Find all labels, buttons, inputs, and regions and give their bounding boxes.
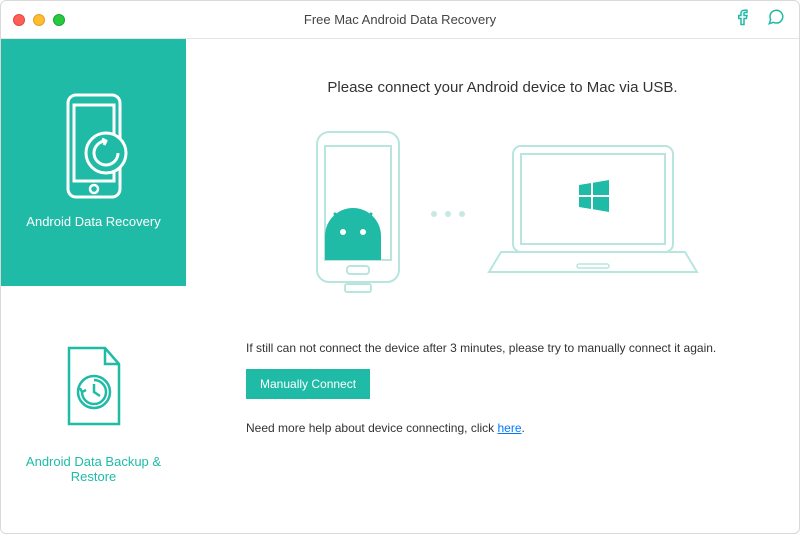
- help-link[interactable]: here: [497, 421, 521, 435]
- titlebar-actions: [735, 8, 785, 31]
- android-phone-icon: [303, 126, 413, 301]
- feedback-icon[interactable]: [767, 8, 785, 31]
- window-controls: [13, 14, 65, 26]
- sidebar: Android Data Recovery Android Data Backu…: [1, 39, 186, 533]
- phone-recovery-icon: [54, 96, 134, 196]
- app-window: Free Mac Android Data Recovery: [0, 0, 800, 534]
- sidebar-item-recovery[interactable]: Android Data Recovery: [1, 39, 186, 286]
- connection-diagram: [246, 126, 759, 301]
- manually-connect-button[interactable]: Manually Connect: [246, 369, 370, 399]
- sidebar-item-label: Android Data Recovery: [26, 214, 160, 229]
- facebook-icon[interactable]: [735, 8, 753, 31]
- maximize-button[interactable]: [53, 14, 65, 26]
- laptop-icon: [483, 136, 703, 291]
- help-suffix: .: [522, 421, 525, 435]
- sidebar-item-label: Android Data Backup & Restore: [11, 454, 176, 484]
- main-area: Android Data Recovery Android Data Backu…: [1, 39, 799, 533]
- help-text: Need more help about device connecting, …: [246, 421, 759, 435]
- sidebar-item-backup[interactable]: Android Data Backup & Restore: [1, 286, 186, 533]
- content-pane: Please connect your Android device to Ma…: [186, 39, 799, 533]
- connection-dots-icon: [431, 211, 465, 217]
- warning-text: If still can not connect the device afte…: [246, 341, 759, 355]
- file-backup-icon: [54, 336, 134, 436]
- close-button[interactable]: [13, 14, 25, 26]
- help-prefix: Need more help about device connecting, …: [246, 421, 497, 435]
- titlebar: Free Mac Android Data Recovery: [1, 1, 799, 39]
- minimize-button[interactable]: [33, 14, 45, 26]
- instruction-heading: Please connect your Android device to Ma…: [246, 79, 759, 96]
- window-title: Free Mac Android Data Recovery: [1, 12, 799, 27]
